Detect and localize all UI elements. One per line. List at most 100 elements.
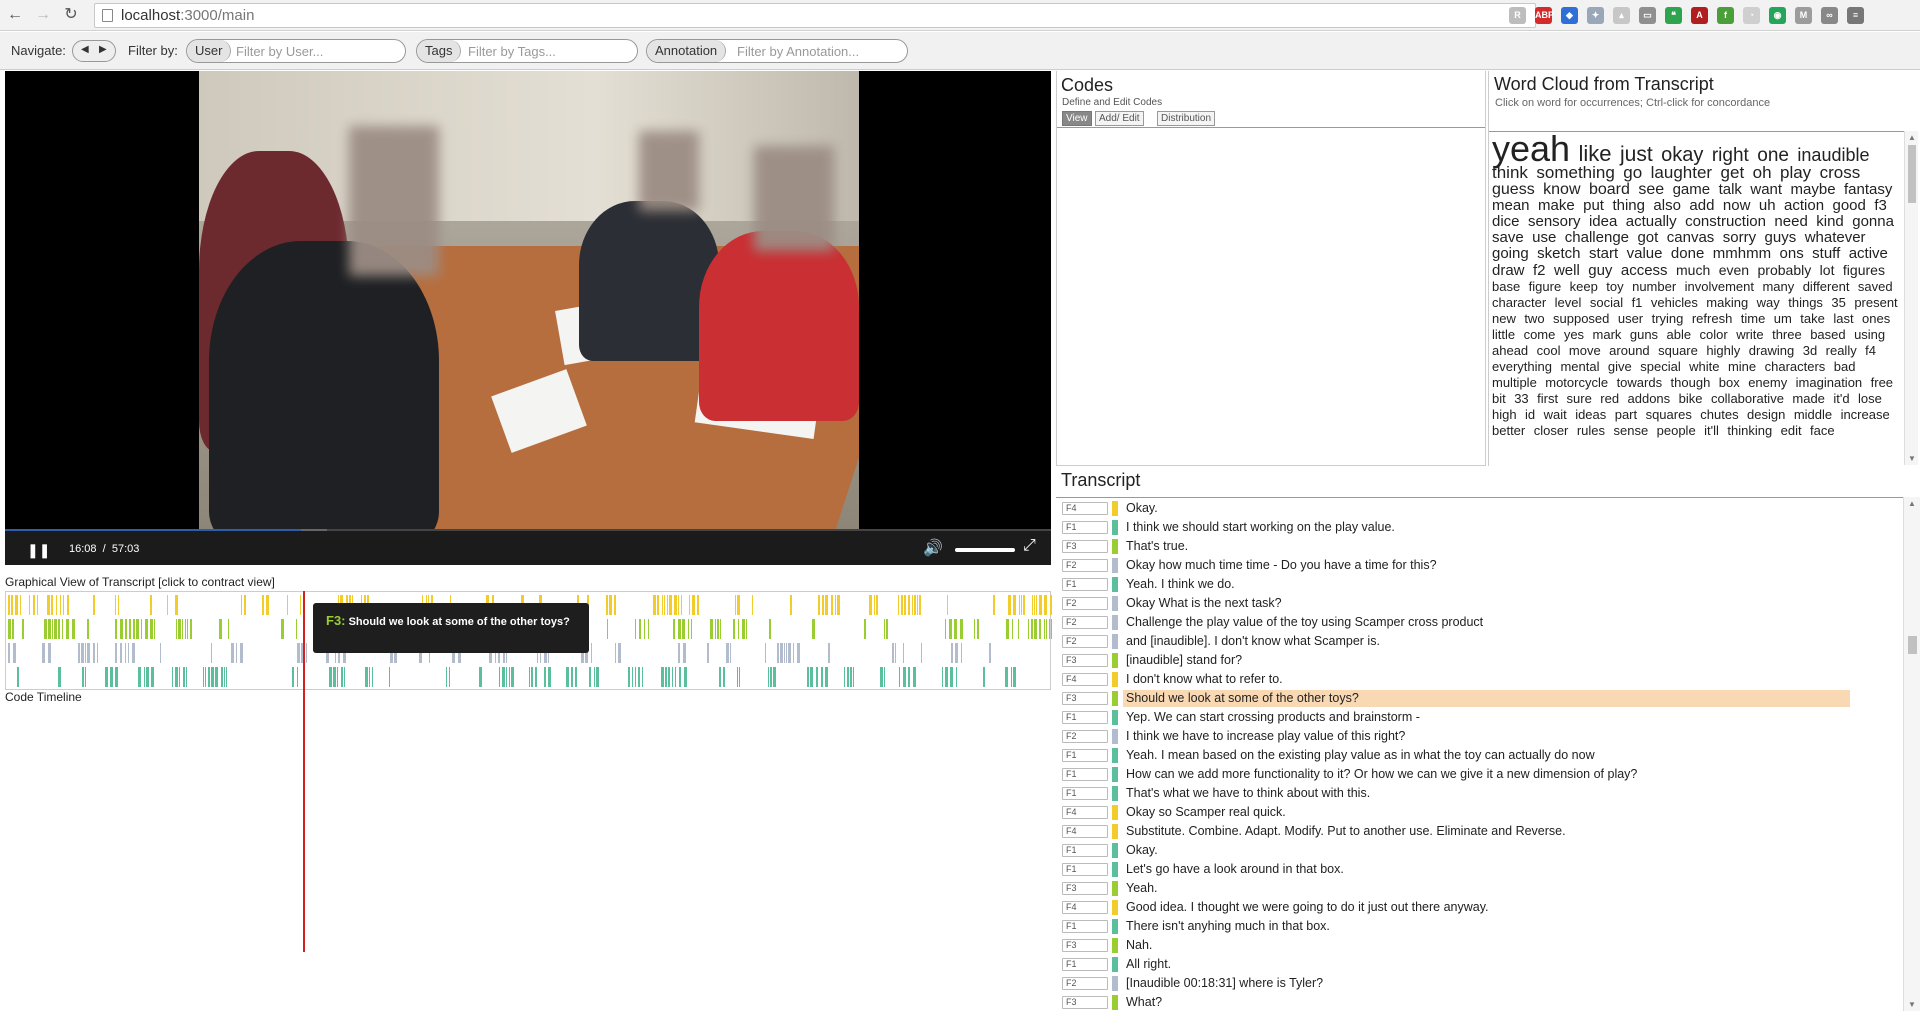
transcript-segment[interactable]	[642, 667, 643, 687]
transcript-segment[interactable]	[1050, 595, 1052, 615]
word-cloud-word[interactable]: it'd	[1833, 391, 1849, 406]
word-cloud-word[interactable]: ahead	[1492, 343, 1528, 358]
word-cloud-word[interactable]: different	[1803, 279, 1850, 294]
word-cloud-word[interactable]: use	[1532, 229, 1556, 246]
transcript-segment[interactable]	[816, 667, 818, 687]
transcript-segment[interactable]	[82, 667, 84, 687]
transcript-segment[interactable]	[62, 619, 63, 639]
transcript-segment[interactable]	[752, 595, 753, 615]
transcript-segment[interactable]	[664, 595, 665, 615]
transcript-segment[interactable]	[673, 619, 675, 639]
transcript-segment[interactable]	[898, 595, 899, 615]
transcript-segment[interactable]	[190, 619, 192, 639]
word-cloud-word[interactable]: refresh	[1692, 311, 1732, 326]
transcript-segment[interactable]	[369, 667, 370, 687]
speaker-tag[interactable]: F4	[1062, 502, 1108, 515]
transcript-segment[interactable]	[609, 595, 612, 615]
transcript-segment[interactable]	[281, 619, 284, 639]
transcript-row[interactable]: F4 Good idea. I thought we were going to …	[1062, 898, 1902, 916]
transcript-segment[interactable]	[880, 667, 883, 687]
transcript-segment[interactable]	[989, 643, 991, 663]
transcript-row[interactable]: F1 That's what we have to think about wit…	[1062, 784, 1902, 802]
word-cloud-word[interactable]: got	[1637, 229, 1658, 246]
speaker-tag[interactable]: F1	[1062, 863, 1108, 876]
transcript-segment[interactable]	[784, 643, 785, 663]
transcript-segment[interactable]	[1051, 619, 1052, 639]
menu-icon[interactable]: ≡	[1847, 7, 1864, 24]
word-cloud-word[interactable]: user	[1618, 311, 1643, 326]
transcript-segment[interactable]	[919, 595, 921, 615]
transcript-segment[interactable]	[828, 643, 830, 663]
word-cloud-word[interactable]: know	[1543, 181, 1580, 198]
transcript-segment[interactable]	[892, 643, 894, 663]
transcript-segment[interactable]	[479, 667, 482, 687]
transcript-row[interactable]: F3 What?	[1062, 993, 1902, 1011]
word-cloud-word[interactable]: wait	[1544, 407, 1567, 422]
transcript-segment[interactable]	[54, 619, 57, 639]
transcript-segment[interactable]	[1008, 595, 1011, 615]
transcript-row[interactable]: F1 All right.	[1062, 955, 1902, 973]
transcript-segment[interactable]	[211, 667, 214, 687]
word-cloud-word[interactable]: closer	[1534, 423, 1569, 438]
scroll-down-icon[interactable]: ▼	[1908, 454, 1916, 463]
word-cloud-word[interactable]: take	[1800, 311, 1825, 326]
word-cloud-word[interactable]: rules	[1577, 423, 1605, 438]
transcript-segment[interactable]	[886, 619, 888, 639]
utterance-text[interactable]: Okay What is the next task?	[1123, 595, 1282, 612]
word-cloud-word[interactable]: move	[1569, 343, 1601, 358]
word-cloud-word[interactable]: mmhmm	[1713, 245, 1771, 262]
transcript-segment[interactable]	[697, 595, 699, 615]
transcript-row[interactable]: F2 [Inaudible 00:18:31] where is Tyler?	[1062, 974, 1902, 992]
transcript-segment[interactable]	[908, 667, 910, 687]
word-cloud-word[interactable]: involvement	[1685, 279, 1754, 294]
transcript-segment[interactable]	[85, 667, 86, 687]
word-cloud-word[interactable]: mine	[1728, 359, 1756, 374]
adblock-icon[interactable]: ABP	[1535, 7, 1554, 24]
word-cloud-word[interactable]: everything	[1492, 359, 1552, 374]
transcript-row[interactable]: F3 That's true.	[1062, 537, 1902, 555]
video-player[interactable]: ❚❚ 16:08 / 57:03 🔊 ⤢	[5, 71, 1051, 565]
transcript-segment[interactable]	[730, 643, 731, 663]
transcript-segment[interactable]	[185, 619, 186, 639]
word-cloud-word[interactable]: fantasy	[1844, 181, 1892, 198]
word-cloud-word[interactable]: laughter	[1651, 163, 1712, 182]
word-cloud-word[interactable]: increase	[1841, 407, 1890, 422]
transcript-segment[interactable]	[710, 619, 713, 639]
word-cloud-word[interactable]: it'll	[1704, 423, 1719, 438]
word-cloud-word[interactable]: towards	[1617, 375, 1663, 390]
transcript-segment[interactable]	[874, 595, 875, 615]
transcript-segment[interactable]	[110, 667, 113, 687]
transcript-segment[interactable]	[344, 667, 345, 687]
transcript-segment[interactable]	[657, 595, 659, 615]
utterance-text[interactable]: There isn't anyhing much in that box.	[1123, 918, 1330, 935]
transcript-row[interactable]: F1 How can we add more functionality to i…	[1062, 765, 1902, 783]
word-cloud-word[interactable]: mental	[1560, 359, 1599, 374]
transcript-segment[interactable]	[993, 595, 995, 615]
word-cloud-word[interactable]: characters	[1765, 359, 1826, 374]
transcript-segment[interactable]	[618, 643, 621, 663]
transcript-segment[interactable]	[389, 667, 390, 687]
transcript-segment[interactable]	[1011, 667, 1012, 687]
transcript-segment[interactable]	[773, 667, 776, 687]
transcript-segment[interactable]	[954, 619, 957, 639]
word-cloud-word[interactable]: f4	[1865, 343, 1876, 358]
word-cloud-word[interactable]: way	[1757, 295, 1780, 310]
word-cloud-word[interactable]: oh	[1753, 163, 1772, 182]
transcript-segment[interactable]	[661, 667, 664, 687]
transcript-segment[interactable]	[211, 643, 212, 663]
utterance-text[interactable]: Challenge the play value of the toy usin…	[1123, 614, 1483, 631]
word-cloud-word[interactable]: mark	[1593, 327, 1622, 342]
word-cloud-word[interactable]: better	[1492, 423, 1525, 438]
utterance-text[interactable]: [Inaudible 00:18:31] where is Tyler?	[1123, 975, 1323, 992]
transcript-segment[interactable]	[901, 595, 903, 615]
utterance-text[interactable]: Let's go have a look around in that box.	[1123, 861, 1344, 878]
word-cloud-word[interactable]: ons	[1780, 245, 1804, 262]
word-cloud-word[interactable]: game	[1673, 181, 1711, 198]
speaker-tag[interactable]: F1	[1062, 958, 1108, 971]
transcript-segment[interactable]	[955, 643, 958, 663]
transcript-segment[interactable]	[178, 619, 181, 639]
transcript-segment[interactable]	[125, 619, 127, 639]
transcript-segment[interactable]	[44, 619, 47, 639]
word-cloud-word[interactable]: enemy	[1748, 375, 1787, 390]
transcript-segment[interactable]	[93, 643, 95, 663]
